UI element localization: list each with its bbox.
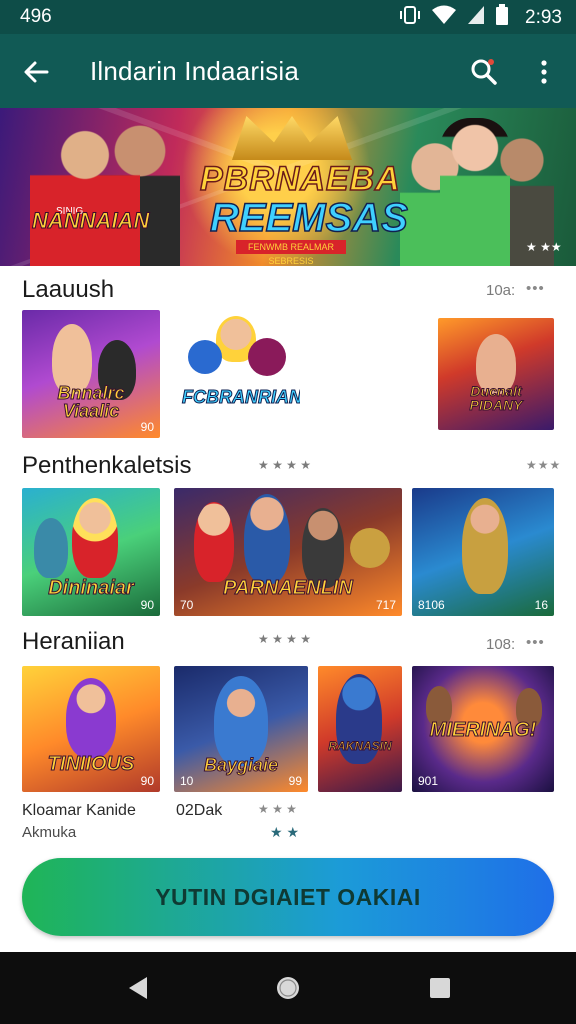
tile-badge: 717: [375, 598, 396, 612]
tile-character: [194, 502, 234, 582]
tile-badge: 16: [534, 598, 548, 612]
cta-label: YUTIN DGIAIET OAKIAI: [155, 883, 421, 910]
tile-caption-sub: Akmuka: [22, 824, 77, 841]
tile-character: [72, 498, 118, 578]
tile-caption: 02Dak: [176, 802, 223, 819]
banner-logo-tagline: FENWMB REALMAR SEBRESIS: [236, 240, 346, 266]
system-nav-bar: [0, 952, 576, 1024]
section-title: Heraniian: [22, 628, 125, 655]
battery-icon: [495, 4, 509, 31]
tile-shield: [350, 528, 390, 568]
nav-recents-button[interactable]: [420, 972, 460, 1004]
search-icon: [471, 59, 497, 85]
section-rating: ★ ★ ★ ★: [258, 458, 312, 472]
tile-character: [302, 508, 344, 588]
tile-art-title: Bnnalrc Viaalic: [57, 383, 125, 421]
tile-badge: 99: [288, 774, 302, 788]
arrow-left-icon: [24, 61, 49, 83]
tile-character: [462, 498, 508, 594]
tile-badge-left: 70: [180, 598, 194, 612]
game-tile[interactable]: FCBRANRIAN: [174, 310, 300, 414]
section-more-dots[interactable]: •••: [526, 280, 545, 297]
more-options-button[interactable]: [524, 52, 564, 92]
tile-character: [214, 676, 268, 766]
section-meta: 10a:: [486, 282, 516, 299]
banner-left-logo: NANNAIAN: [31, 208, 150, 234]
section-title: Penthenkaletsis: [22, 452, 192, 479]
tile-character: [244, 494, 290, 584]
tile-badge-left: 10: [180, 774, 194, 788]
status-left-text: 496: [20, 6, 52, 27]
tile-badge-left: 901: [418, 774, 439, 788]
game-tile[interactable]: RAKNASIN: [318, 666, 402, 792]
circle-home-icon: [277, 977, 299, 999]
app-title: Ilndarin Indaarisia: [90, 56, 300, 86]
banner-logo-line2: REEMSAS: [209, 195, 408, 241]
tile-caption-stars: ★ ★ ★: [258, 802, 297, 816]
banner-hero-figure: [30, 122, 140, 266]
tile-orb: [248, 338, 286, 376]
section-meta: 108:: [486, 636, 516, 653]
tile-character: [66, 678, 116, 758]
search-button[interactable]: [462, 52, 506, 92]
game-tile[interactable]: PARNAENLIN 70 717: [174, 488, 402, 616]
game-tile[interactable]: MIERINAG! 901: [412, 666, 554, 792]
status-icons: 2:93: [399, 4, 562, 31]
game-tile[interactable]: 8106 16: [412, 488, 554, 616]
triangle-back-icon: [129, 977, 147, 999]
section-more-dots[interactable]: •••: [526, 634, 545, 651]
tile-art-title: Ducnalt PIDANY: [469, 383, 523, 413]
tile-art-title: Baygiaie: [203, 755, 279, 775]
tile-art-title: TINIIOUS: [47, 753, 135, 775]
tile-caption-stars: ★ ★: [270, 824, 299, 840]
tile-art-title: RAKNASIN: [328, 739, 392, 753]
tile-art-title: PARNAENLIN: [223, 577, 354, 599]
more-vertical-icon: [541, 60, 547, 84]
tile-orb: [188, 340, 222, 374]
tile-caption: Kloamar Kanide: [22, 802, 136, 819]
section-title: Laauush: [22, 276, 115, 303]
status-clock: 2:93: [525, 6, 562, 28]
tile-badge: 90: [140, 774, 154, 788]
wifi-icon: [431, 5, 457, 30]
tile-art-title: MIERINAG!: [429, 719, 537, 741]
status-bar: 496 2:93: [0, 0, 576, 34]
nav-home-button[interactable]: [268, 972, 308, 1004]
section-more-dots[interactable]: ★★★: [526, 458, 561, 472]
signal-icon: [467, 5, 485, 30]
game-tile[interactable]: TINIIOUS 90: [22, 666, 160, 792]
tile-character: [34, 518, 68, 578]
tile-badge-left: 8106: [418, 598, 445, 612]
primary-cta-button[interactable]: YUTIN DGIAIET OAKIAI: [22, 858, 554, 936]
game-tile[interactable]: Ducnalt PIDANY: [438, 318, 554, 430]
tile-art-title: Dininaiar: [48, 577, 135, 599]
tile-art-title: FCBRANRIAN: [182, 387, 301, 407]
banner-hero-figure: [440, 118, 510, 266]
app-bar: Ilndarin Indaarisia: [0, 34, 576, 108]
game-tile[interactable]: Baygiaie 10 99: [174, 666, 308, 792]
square-recent-icon: [430, 978, 450, 998]
back-button[interactable]: [16, 52, 56, 92]
banner-rating: ★ ★★: [526, 240, 562, 254]
tile-badge: 90: [140, 598, 154, 612]
tile-badge: 90: [140, 420, 154, 434]
nav-back-button[interactable]: [118, 972, 158, 1004]
game-tile[interactable]: Dininaiar 90: [22, 488, 160, 616]
section-rating: ★ ★ ★ ★: [258, 632, 312, 646]
game-tile[interactable]: Bnnalrc Viaalic 90: [22, 310, 160, 438]
vibrate-icon: [399, 5, 421, 30]
banner-logo-line1: PBRNAEBA: [199, 159, 401, 199]
featured-banner[interactable]: PBRNAEBA REEMSAS FENWMB REALMAR SEBRESIS…: [0, 108, 576, 266]
trophy-crest-icon: [232, 116, 352, 160]
